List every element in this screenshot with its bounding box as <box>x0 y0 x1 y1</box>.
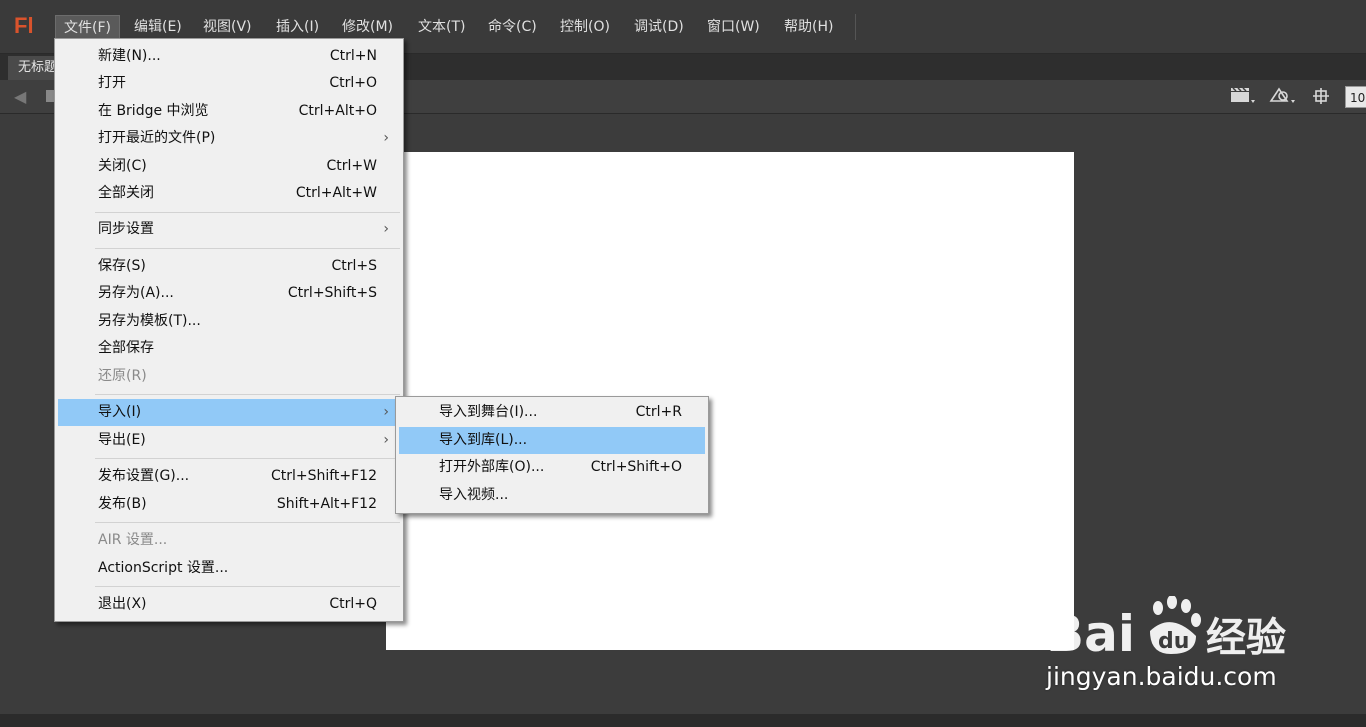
menu-item-import-to-library[interactable]: 导入到库(L)... <box>399 427 705 454</box>
menu-item-publish[interactable]: 发布(B) Shift+Alt+F12 <box>58 491 400 518</box>
watermark-url: jingyan.baidu.com <box>1046 662 1277 691</box>
svg-text:Bai: Bai <box>1046 605 1135 656</box>
baidu-jingyan-logo-icon: Bai 经验 du <box>1046 596 1286 656</box>
bottom-panel-edge <box>0 714 1366 727</box>
menu-text[interactable]: 文本(T) <box>410 15 473 39</box>
menu-debug[interactable]: 调试(D) <box>626 15 692 39</box>
menu-separator <box>95 458 400 459</box>
baidu-jingyan-watermark: Bai 经验 du jingyan.baidu.com <box>1046 578 1296 698</box>
submenu-arrow-icon: › <box>383 221 389 237</box>
menu-separator <box>95 212 400 213</box>
menu-separator <box>95 394 400 395</box>
menu-window[interactable]: 窗口(W) <box>699 15 768 39</box>
menu-item-import-to-stage[interactable]: 导入到舞台(I)... Ctrl+R <box>399 399 705 426</box>
menu-control[interactable]: 控制(O) <box>552 15 618 39</box>
menu-item-open-external-library[interactable]: 打开外部库(O)... Ctrl+Shift+O <box>399 454 705 481</box>
menu-item-close-all[interactable]: 全部关闭 Ctrl+Alt+W <box>58 180 400 207</box>
menu-item-new[interactable]: 新建(N)... Ctrl+N <box>58 43 400 70</box>
center-stage-icon[interactable] <box>1311 86 1331 108</box>
flash-logo-icon: Fl <box>14 13 34 38</box>
menu-separator <box>95 248 400 249</box>
menu-item-save-as-template[interactable]: 另存为模板(T)... <box>58 308 400 335</box>
import-submenu: 导入到舞台(I)... Ctrl+R 导入到库(L)... 打开外部库(O)..… <box>395 396 709 514</box>
menu-commands[interactable]: 命令(C) <box>480 15 545 39</box>
menu-item-import[interactable]: 导入(I) › <box>58 399 400 426</box>
zoom-input[interactable]: 100% <box>1345 86 1366 108</box>
menu-item-save-all[interactable]: 全部保存 <box>58 335 400 362</box>
submenu-arrow-icon: › <box>383 404 389 420</box>
menu-separator <box>95 586 400 587</box>
menu-item-open[interactable]: 打开 Ctrl+O <box>58 70 400 97</box>
menu-help[interactable]: 帮助(H) <box>776 15 841 39</box>
back-arrow-icon[interactable]: ◀ <box>14 89 26 105</box>
menu-item-sync-settings[interactable]: 同步设置 › <box>58 216 400 243</box>
menu-item-browse-bridge[interactable]: 在 Bridge 中浏览 Ctrl+Alt+O <box>58 98 400 125</box>
menu-item-save[interactable]: 保存(S) Ctrl+S <box>58 253 400 280</box>
edit-scene-icon[interactable] <box>1230 86 1256 108</box>
menu-insert[interactable]: 插入(I) <box>268 15 327 39</box>
submenu-arrow-icon: › <box>383 432 389 448</box>
menu-modify[interactable]: 修改(M) <box>334 15 401 39</box>
svg-text:du: du <box>1158 629 1189 654</box>
menu-item-revert: 还原(R) <box>98 368 147 384</box>
menu-item-save-as[interactable]: 另存为(A)... Ctrl+Shift+S <box>58 280 400 307</box>
menu-view[interactable]: 视图(V) <box>195 15 260 39</box>
menu-item-export[interactable]: 导出(E) › <box>58 427 400 454</box>
edit-symbol-icon[interactable] <box>1268 86 1298 108</box>
menu-item-close[interactable]: 关闭(C) Ctrl+W <box>58 153 400 180</box>
menu-separator <box>95 522 400 523</box>
menu-file[interactable]: 文件(F) <box>55 15 120 39</box>
document-tab[interactable]: 无标题-1 <box>8 56 58 80</box>
menu-item-import-video[interactable]: 导入视频... <box>399 482 705 509</box>
menu-item-exit[interactable]: 退出(X) Ctrl+Q <box>58 591 400 618</box>
menu-edit[interactable]: 编辑(E) <box>126 15 190 39</box>
menu-item-publish-settings[interactable]: 发布设置(G)... Ctrl+Shift+F12 <box>58 463 400 490</box>
file-menu: 新建(N)... Ctrl+N 打开 Ctrl+O 在 Bridge 中浏览 C… <box>54 38 404 622</box>
menu-item-actionscript-settings[interactable]: ActionScript 设置... <box>58 555 400 582</box>
menu-item-open-recent[interactable]: 打开最近的文件(P) › <box>58 125 400 152</box>
menu-item-air-settings: AIR 设置... <box>98 532 168 548</box>
svg-text:经验: 经验 <box>1206 615 1286 656</box>
submenu-arrow-icon: › <box>383 130 389 146</box>
menubar-divider <box>855 14 856 40</box>
